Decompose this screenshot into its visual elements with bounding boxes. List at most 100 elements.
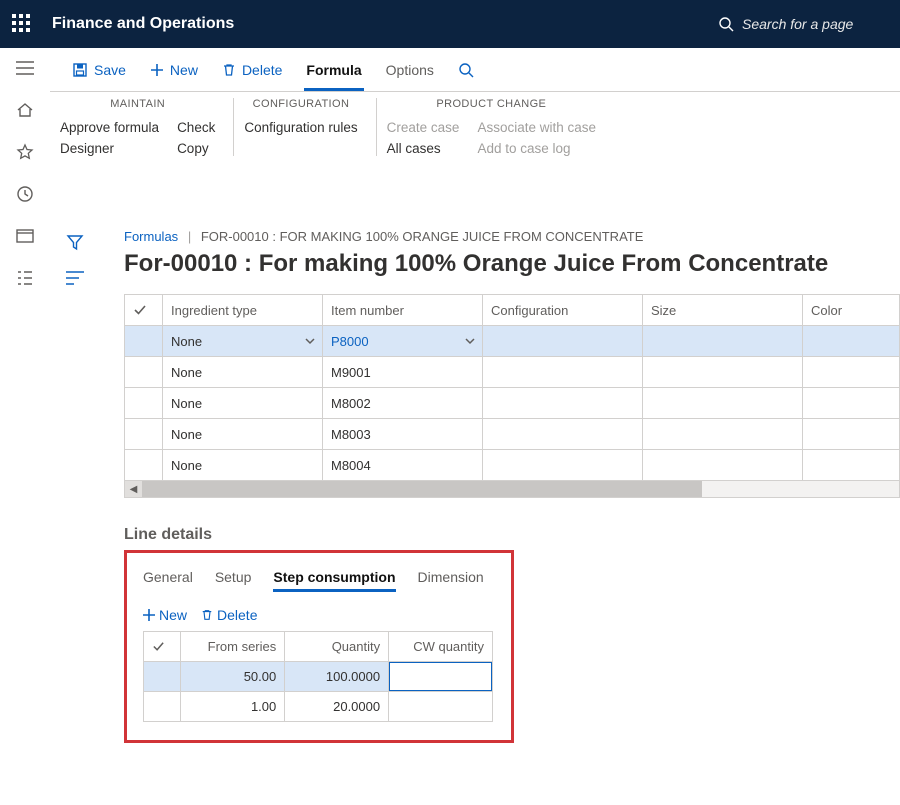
cell-configuration[interactable] xyxy=(483,357,643,388)
cell-quantity[interactable]: 100.0000 xyxy=(285,662,389,692)
sort-lines-icon[interactable] xyxy=(66,271,84,285)
global-search[interactable]: Search for a page xyxy=(718,8,888,40)
all-cases-link[interactable]: All cases xyxy=(387,141,460,156)
row-select-cell[interactable] xyxy=(125,419,163,450)
table-row[interactable]: NoneP8000 xyxy=(125,326,900,357)
cell-item-number[interactable]: M8002 xyxy=(323,388,483,419)
check-link[interactable]: Check xyxy=(177,120,215,135)
cell-configuration[interactable] xyxy=(483,419,643,450)
cell-color[interactable] xyxy=(803,326,900,357)
star-icon[interactable] xyxy=(15,142,35,162)
grid-horizontal-scrollbar[interactable]: ◀ xyxy=(124,481,900,498)
tab-setup[interactable]: Setup xyxy=(215,569,252,591)
ribbon-group-label: CONFIGURATION xyxy=(244,98,357,110)
table-row[interactable]: 50.00100.0000 xyxy=(144,662,493,692)
cell-size[interactable] xyxy=(643,357,803,388)
search-button[interactable] xyxy=(446,48,486,91)
step-consumption-grid: From series Quantity CW quantity 50.0010… xyxy=(143,631,493,722)
step-new-button[interactable]: New xyxy=(143,607,187,623)
column-size[interactable]: Size xyxy=(643,295,803,326)
line-details-section: Line details General Setup Step consumpt… xyxy=(124,526,900,743)
cell-ingredient-type[interactable]: None xyxy=(163,388,323,419)
cell-color[interactable] xyxy=(803,388,900,419)
table-row[interactable]: NoneM8002 xyxy=(125,388,900,419)
column-select-all[interactable] xyxy=(125,295,163,326)
tab-general[interactable]: General xyxy=(143,569,193,591)
left-nav-rail xyxy=(0,48,50,805)
row-select-cell[interactable] xyxy=(125,326,163,357)
save-button[interactable]: Save xyxy=(60,48,138,91)
ribbon: MAINTAIN Approve formula Designer Check … xyxy=(0,92,900,175)
line-details-title: Line details xyxy=(124,526,900,544)
trash-icon xyxy=(201,609,213,621)
cell-color[interactable] xyxy=(803,419,900,450)
home-icon[interactable] xyxy=(15,100,35,120)
table-row[interactable]: NoneM9001 xyxy=(125,357,900,388)
table-row[interactable]: 1.0020.0000 xyxy=(144,692,493,722)
copy-link[interactable]: Copy xyxy=(177,141,215,156)
cell-item-number[interactable]: M8003 xyxy=(323,419,483,450)
column-ingredient-type[interactable]: Ingredient type xyxy=(163,295,323,326)
modules-icon[interactable] xyxy=(15,268,35,288)
cell-item-number[interactable]: M9001 xyxy=(323,357,483,388)
cell-item-number[interactable]: P8000 xyxy=(323,326,483,357)
cell-cw-quantity[interactable] xyxy=(389,662,493,692)
row-select-cell[interactable] xyxy=(144,662,181,692)
column-color[interactable]: Color xyxy=(803,295,900,326)
column-item-number[interactable]: Item number xyxy=(323,295,483,326)
ribbon-group-maintain: MAINTAIN Approve formula Designer Check … xyxy=(60,98,234,156)
table-row[interactable]: NoneM8003 xyxy=(125,419,900,450)
new-button[interactable]: New xyxy=(138,48,210,91)
step-column-quantity[interactable]: Quantity xyxy=(285,632,389,662)
delete-button[interactable]: Delete xyxy=(210,48,294,91)
tab-dimension[interactable]: Dimension xyxy=(418,569,484,591)
cell-from-series[interactable]: 50.00 xyxy=(181,662,285,692)
hamburger-icon[interactable] xyxy=(15,58,35,78)
chevron-down-icon[interactable] xyxy=(464,335,476,347)
cell-configuration[interactable] xyxy=(483,388,643,419)
cell-from-series[interactable]: 1.00 xyxy=(181,692,285,722)
row-select-cell[interactable] xyxy=(125,450,163,481)
cell-ingredient-type[interactable]: None xyxy=(163,326,323,357)
cell-size[interactable] xyxy=(643,388,803,419)
breadcrumb-root[interactable]: Formulas xyxy=(124,229,178,244)
scroll-thumb[interactable] xyxy=(142,481,702,497)
cell-size[interactable] xyxy=(643,450,803,481)
create-case-link: Create case xyxy=(387,120,460,135)
cell-configuration[interactable] xyxy=(483,450,643,481)
scroll-left-arrow-icon[interactable]: ◀ xyxy=(125,481,142,497)
app-launcher-icon[interactable] xyxy=(12,14,32,34)
recent-icon[interactable] xyxy=(15,184,35,204)
workspace-icon[interactable] xyxy=(15,226,35,246)
step-delete-button[interactable]: Delete xyxy=(201,607,257,623)
row-select-cell[interactable] xyxy=(144,692,181,722)
cell-ingredient-type[interactable]: None xyxy=(163,419,323,450)
designer-link[interactable]: Designer xyxy=(60,141,159,156)
step-column-select-all[interactable] xyxy=(144,632,181,662)
cell-ingredient-type[interactable]: None xyxy=(163,450,323,481)
cell-ingredient-type[interactable]: None xyxy=(163,357,323,388)
chevron-down-icon[interactable] xyxy=(304,335,316,347)
cell-color[interactable] xyxy=(803,450,900,481)
search-placeholder: Search for a page xyxy=(742,16,853,32)
row-select-cell[interactable] xyxy=(125,357,163,388)
cell-configuration[interactable] xyxy=(483,326,643,357)
cell-size[interactable] xyxy=(643,326,803,357)
tab-formula[interactable]: Formula xyxy=(294,48,373,91)
cell-cw-quantity[interactable] xyxy=(389,692,493,722)
add-to-case-log-link: Add to case log xyxy=(477,141,596,156)
cell-color[interactable] xyxy=(803,357,900,388)
step-column-cw-quantity[interactable]: CW quantity xyxy=(389,632,493,662)
cell-size[interactable] xyxy=(643,419,803,450)
row-select-cell[interactable] xyxy=(125,388,163,419)
step-column-from-series[interactable]: From series xyxy=(181,632,285,662)
approve-formula-link[interactable]: Approve formula xyxy=(60,120,159,135)
tab-step-consumption[interactable]: Step consumption xyxy=(273,569,395,591)
table-row[interactable]: NoneM8004 xyxy=(125,450,900,481)
configuration-rules-link[interactable]: Configuration rules xyxy=(244,120,357,135)
cell-quantity[interactable]: 20.0000 xyxy=(285,692,389,722)
filter-icon[interactable] xyxy=(66,233,84,251)
tab-options[interactable]: Options xyxy=(374,48,446,91)
column-configuration[interactable]: Configuration xyxy=(483,295,643,326)
cell-item-number[interactable]: M8004 xyxy=(323,450,483,481)
